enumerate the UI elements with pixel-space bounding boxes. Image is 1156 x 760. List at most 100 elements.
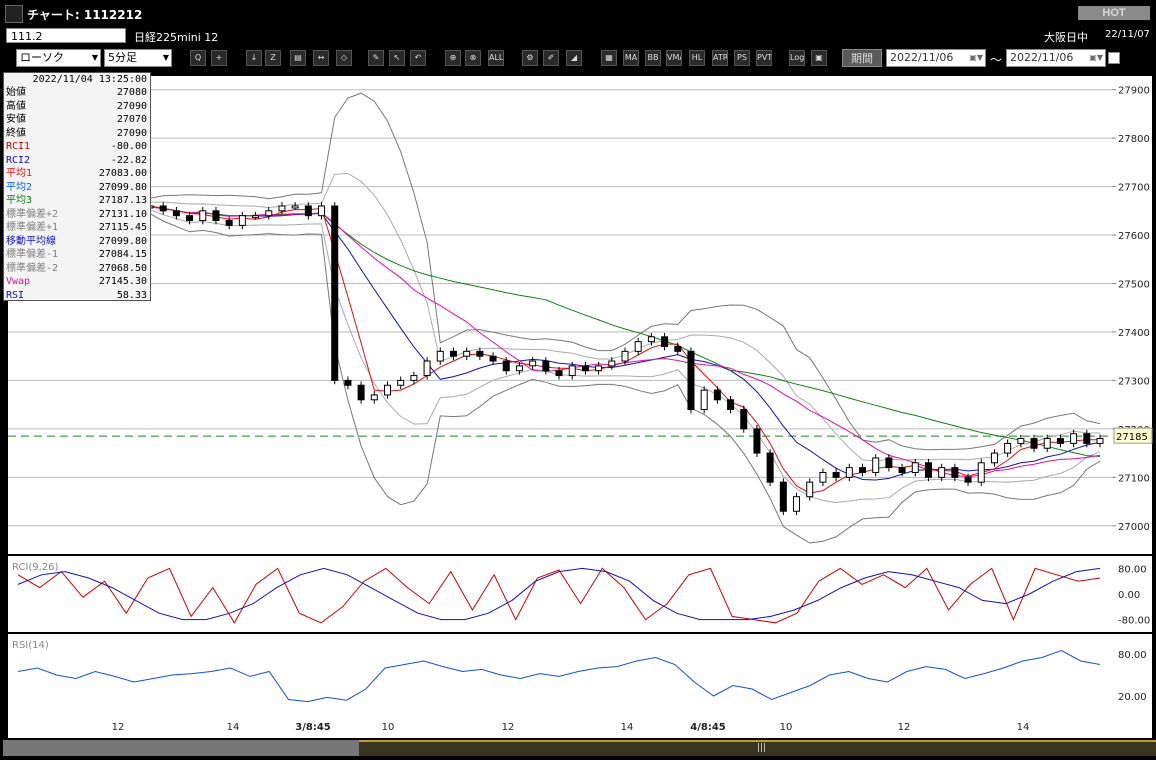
candle-body — [1004, 442, 1012, 454]
hot-button[interactable]: HOT — [1078, 6, 1150, 20]
chevron-down-icon: ▼ — [162, 53, 169, 62]
data-row: 平均1 27083.00 — [4, 167, 150, 181]
rsi-tick-label: 20.00 — [1118, 692, 1147, 703]
data-row-value: 27084.15 — [98, 249, 147, 260]
price-panel — [8, 76, 1112, 554]
candle-body — [859, 467, 866, 473]
rci-tick-label: 80.00 — [1118, 564, 1147, 575]
candle-body — [1056, 438, 1064, 444]
chart-type-value: ローソク — [20, 51, 64, 64]
grip-icon: ||| — [757, 743, 767, 753]
candle-body — [542, 360, 550, 372]
brush-icon[interactable]: ✐ — [543, 50, 559, 66]
app-icon — [5, 5, 23, 23]
zoom-icon[interactable]: Q — [190, 50, 206, 66]
candle-body — [515, 365, 523, 372]
candle-icon[interactable]: ⊕ — [445, 50, 461, 66]
gear-icon[interactable]: ⚙ — [522, 50, 538, 66]
data-row: RCI2 -22.82 — [4, 154, 150, 168]
candle-body — [225, 220, 233, 226]
atr-icon[interactable]: ATR — [712, 50, 728, 66]
date-from-input[interactable]: 2022/11/06 ▣▼ — [886, 49, 986, 67]
vwma-icon[interactable]: VMA — [666, 50, 682, 66]
symbol-input[interactable]: 111.2 — [6, 28, 126, 43]
time-tick-label: 12 — [898, 722, 911, 733]
candle2-icon[interactable]: ⊗ — [465, 50, 481, 66]
candle-body — [806, 481, 814, 498]
candle-body — [555, 370, 563, 377]
data-row-label: 安値 — [6, 114, 26, 125]
candle-body — [159, 205, 167, 212]
time-tick-label: 10 — [780, 722, 793, 733]
candle-body — [634, 341, 642, 352]
grid-icon[interactable]: ▦ — [601, 50, 617, 66]
pvt-icon[interactable]: PVT — [756, 50, 772, 66]
chart-area[interactable]: 2700027100272002730027400275002760027700… — [0, 70, 1156, 740]
hl-icon[interactable]: HL — [689, 50, 705, 66]
crosshair-icon[interactable]: + — [211, 50, 227, 66]
scroll-thumb[interactable]: ||| — [359, 740, 1156, 756]
candle-body — [357, 384, 365, 401]
data-row-value: 27145.30 — [98, 276, 147, 287]
data-row-value: 27080 — [116, 87, 147, 98]
candle-body — [384, 384, 391, 396]
candle-body — [911, 462, 919, 473]
market-name: 大阪日中 — [1044, 31, 1088, 44]
status-bar: ||| — [0, 740, 1156, 760]
range-checkbox[interactable] — [1108, 52, 1120, 64]
time-tick-label: 14 — [621, 722, 634, 733]
ma-icon[interactable]: MA — [623, 50, 639, 66]
split-icon[interactable]: ↔ — [313, 50, 329, 66]
candle-body — [529, 360, 537, 367]
data-row: RSI 58.33 — [4, 289, 150, 303]
export-icon[interactable]: ▣ — [811, 50, 827, 66]
calendar-dropdown-icon[interactable]: ▣▼ — [1089, 50, 1103, 66]
candle-body — [1096, 438, 1104, 444]
pencil-icon[interactable]: ✎ — [368, 50, 384, 66]
data-row-value: 27131.10 — [98, 208, 147, 220]
calendar-dropdown-icon[interactable]: ▣▼ — [969, 50, 983, 66]
data-row-value: 58.33 — [116, 289, 147, 301]
candle-body — [779, 481, 787, 512]
period-button[interactable]: 期間 — [842, 49, 882, 67]
data-row: 終値 27090 — [4, 127, 150, 141]
candle-body — [502, 360, 510, 372]
candle-body — [265, 210, 273, 217]
download-icon[interactable]: ↓ — [246, 50, 262, 66]
pointer-icon[interactable]: ↖ — [389, 50, 405, 66]
data-row-label: 高値 — [6, 100, 26, 112]
candle-body — [252, 215, 260, 219]
data-row-value: 27187.13 — [98, 195, 147, 206]
magnify-chart-icon[interactable]: Z — [265, 50, 281, 66]
candle-body — [766, 452, 774, 483]
rci-tick-label: 0.00 — [1118, 590, 1140, 601]
color-icon[interactable]: ◢ — [566, 50, 582, 66]
candle-body — [1043, 438, 1051, 449]
undo-icon[interactable]: ↶ — [410, 50, 426, 66]
candle-body — [278, 205, 286, 212]
toolbar: ローソク ▼ 5分足 ▼ Q + ↓Z ▤ ↔ ◇ ✎ ↖ ↶ ⊕⊗ ALL ⚙ ✐ ◢ ▦ MA BB VMA H… — [0, 46, 1156, 70]
info-bar: 111.2 日経225mini 12 大阪日中 22/11/07 — [0, 26, 1156, 46]
log-icon[interactable]: Log — [789, 50, 805, 66]
bar-chart-icon[interactable]: ▤ — [290, 50, 306, 66]
instrument-name: 日経225mini 12 — [134, 31, 219, 44]
candle-body — [977, 462, 985, 483]
bb-icon[interactable]: BB — [645, 50, 661, 66]
data-row: 平均3 27187.13 — [4, 194, 150, 208]
rci-title: RCI(9,26) — [12, 562, 59, 573]
candle-body — [608, 360, 616, 367]
scroll-track[interactable] — [3, 740, 359, 756]
candle-body — [740, 408, 748, 430]
data-row: 標準偏差+2 27131.10 — [4, 208, 150, 222]
time-axis — [8, 716, 1152, 738]
candle-body — [951, 467, 959, 478]
candle-body — [1070, 433, 1078, 444]
data-row-value: 27083.00 — [98, 168, 147, 179]
chart-type-select[interactable]: ローソク ▼ — [16, 49, 101, 67]
date-to-input[interactable]: 2022/11/06 ▣▼ — [1006, 49, 1106, 67]
interval-select[interactable]: 5分足 ▼ — [104, 49, 172, 67]
all-icon[interactable]: ALL — [488, 50, 504, 66]
candle-body — [370, 394, 378, 401]
ps-icon[interactable]: PS — [734, 50, 750, 66]
disabled-icon[interactable]: ◇ — [336, 50, 352, 66]
